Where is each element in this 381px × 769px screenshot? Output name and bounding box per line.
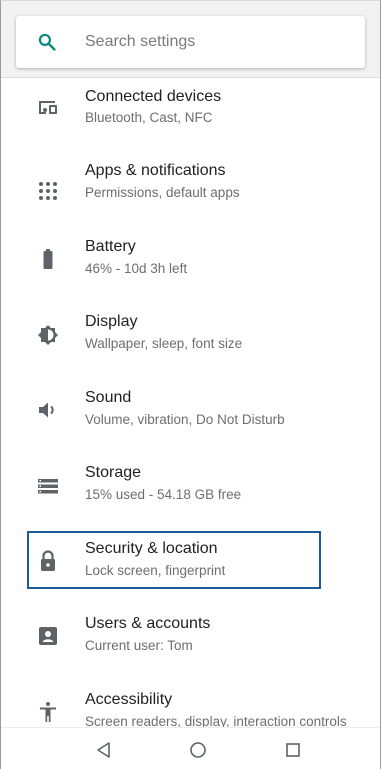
accessibility-icon bbox=[40, 701, 56, 722]
search-placeholder: Search settings bbox=[85, 33, 196, 50]
settings-screen: Search settings Connected devices Blueto… bbox=[0, 0, 381, 769]
item-title: Sound bbox=[85, 388, 132, 406]
item-subtitle: Permissions, default apps bbox=[85, 185, 240, 200]
brightness-icon bbox=[38, 325, 58, 345]
search-field[interactable]: Search settings bbox=[16, 16, 365, 68]
lock-icon bbox=[41, 549, 55, 571]
search-bar-container: Search settings bbox=[1, 1, 380, 78]
storage-icon bbox=[38, 479, 58, 494]
item-subtitle: Lock screen, fingerprint bbox=[85, 562, 226, 578]
battery-icon bbox=[43, 248, 53, 269]
recents-icon[interactable] bbox=[283, 740, 303, 760]
settings-item-connected-devices[interactable]: Connected devices Bluetooth, Cast, NFC bbox=[1, 78, 380, 153]
apps-grid-icon bbox=[39, 182, 57, 200]
item-subtitle: Bluetooth, Cast, NFC bbox=[85, 110, 213, 125]
settings-item-security-location[interactable]: Security & location Lock screen, fingerp… bbox=[1, 531, 380, 607]
settings-list: Connected devices Bluetooth, Cast, NFC A… bbox=[1, 78, 380, 757]
item-subtitle: 46% - 10d 3h left bbox=[85, 260, 188, 276]
account-box-icon bbox=[39, 627, 57, 645]
speaker-icon bbox=[39, 402, 54, 417]
connected-devices-icon bbox=[39, 101, 57, 114]
item-title: Security & location bbox=[85, 539, 218, 557]
item-subtitle: 15% used - 54.18 GB free bbox=[85, 487, 242, 502]
settings-item-sound[interactable]: Sound Volume, vibration, Do Not Disturb bbox=[1, 380, 380, 456]
item-title: Display bbox=[85, 313, 138, 330]
search-icon bbox=[38, 33, 56, 51]
item-subtitle: Current user: Tom bbox=[85, 638, 193, 653]
settings-item-apps-notifications[interactable]: Apps & notifications Permissions, defaul… bbox=[1, 153, 380, 229]
item-title: Storage bbox=[85, 464, 142, 481]
item-title: Battery bbox=[85, 237, 136, 255]
item-title: Apps & notifications bbox=[85, 162, 226, 179]
item-title: Connected devices bbox=[85, 88, 222, 105]
settings-item-display[interactable]: Display Wallpaper, sleep, font size bbox=[1, 304, 380, 380]
back-icon[interactable] bbox=[94, 740, 114, 760]
settings-item-storage[interactable]: Storage 15% used - 54.18 GB free bbox=[1, 455, 380, 531]
home-icon[interactable] bbox=[188, 740, 208, 760]
settings-item-battery[interactable]: Battery 46% - 10d 3h left bbox=[1, 229, 380, 305]
item-subtitle: Volume, vibration, Do Not Disturb bbox=[85, 411, 285, 427]
item-title: Accessibility bbox=[85, 690, 173, 708]
settings-item-users-accounts[interactable]: Users & accounts Current user: Tom bbox=[1, 606, 380, 682]
item-title: Users & accounts bbox=[85, 615, 211, 632]
item-subtitle: Wallpaper, sleep, font size bbox=[85, 336, 243, 351]
navigation-bar bbox=[1, 727, 380, 769]
